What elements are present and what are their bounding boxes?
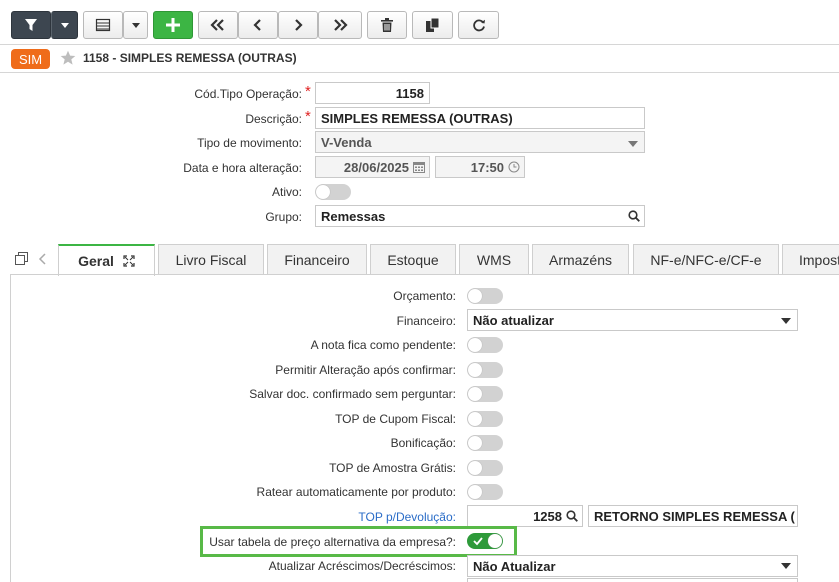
chevron-down-icon (781, 318, 791, 324)
top-amostra-label: TOP de Amostra Grátis: (329, 461, 456, 475)
grupo-input[interactable]: Remessas (315, 205, 645, 227)
nota-pendente-toggle[interactable] (467, 337, 503, 353)
data-value: 28/06/2025 (343, 159, 409, 175)
last-record-button[interactable] (318, 11, 362, 39)
chevron-right-icon (295, 19, 303, 31)
cod-tipo-input[interactable]: 1158 (315, 82, 430, 104)
tab-wms[interactable]: WMS (459, 244, 529, 275)
tab-nfe[interactable]: NF-e/NFC-e/CF-e (633, 244, 779, 275)
salvar-doc-toggle[interactable] (467, 386, 503, 402)
top-devolucao-link[interactable]: TOP p/Devolução: (358, 510, 456, 524)
first-record-button[interactable] (198, 11, 238, 39)
refresh-button[interactable] (458, 11, 499, 39)
tabs-divider (10, 274, 839, 275)
chevron-down-icon (781, 563, 791, 569)
tab-financeiro[interactable]: Financeiro (267, 244, 367, 275)
clock-icon[interactable] (508, 161, 520, 173)
top-cupom-toggle[interactable] (467, 411, 503, 427)
descricao-input[interactable]: SIMPLES REMESSA (OUTRAS) (315, 107, 645, 129)
ratear-toggle[interactable] (467, 484, 503, 500)
search-icon[interactable] (566, 510, 578, 522)
permitir-alteracao-toggle[interactable] (467, 362, 503, 378)
grupo-value: Remessas (321, 208, 386, 224)
toolbar (0, 0, 839, 44)
tab-estoque[interactable]: Estoque (370, 244, 456, 275)
tab-label: Geral (78, 253, 114, 269)
tab-impostos[interactable]: Impost (782, 244, 839, 275)
page-title: 1158 - SIMPLES REMESSA (OUTRAS) (83, 51, 297, 65)
previous-record-button[interactable] (238, 11, 278, 39)
top-amostra-toggle[interactable] (467, 460, 503, 476)
filter-icon (25, 19, 37, 31)
tab-scroll-left-icon[interactable] (38, 252, 48, 266)
required-marker: * (305, 108, 311, 125)
financeiro-select[interactable]: Não atualizar (467, 309, 798, 331)
status-badge: SIM (11, 49, 50, 69)
ativo-label: Ativo: (271, 185, 302, 199)
panel-border (10, 274, 11, 582)
check-icon (473, 537, 483, 546)
double-chevron-left-icon (210, 19, 224, 31)
chevron-down-icon (131, 22, 140, 28)
tipo-movimento-value: V-Venda (321, 134, 372, 150)
ratear-label: Ratear automaticamente por produto: (256, 485, 456, 499)
tipo-movimento-select[interactable]: V-Venda (315, 131, 645, 153)
salvar-doc-label: Salvar doc. confirmado sem perguntar: (249, 387, 456, 401)
tipo-movimento-label: Tipo de movimento: (197, 136, 302, 150)
next-field-edge (467, 578, 798, 582)
orcamento-label: Orçamento: (393, 289, 456, 303)
filter-button[interactable] (11, 11, 51, 39)
chevron-down-icon (60, 22, 69, 28)
add-icon (166, 18, 180, 32)
descricao-label: Descrição: (245, 112, 302, 126)
nota-pendente-label: A nota fica como pendente: (310, 338, 456, 352)
restore-windows-icon[interactable] (15, 252, 29, 266)
data-hora-label: Data e hora alteração: (183, 161, 302, 175)
financeiro-value: Não atualizar (473, 312, 554, 328)
tab-armazens[interactable]: Armazéns (532, 244, 629, 275)
top-devolucao-code: 1258 (533, 508, 562, 524)
hora-value: 17:50 (470, 159, 504, 175)
chevron-left-icon (253, 19, 261, 31)
star-icon[interactable] (60, 50, 76, 66)
permitir-alteracao-label: Permitir Alteração após confirmar: (275, 363, 456, 377)
usar-tabela-label: Usar tabela de preço alternativa da empr… (209, 535, 456, 549)
delete-button[interactable] (367, 11, 407, 39)
atualizar-acrescimos-value: Não Atualizar (473, 558, 556, 574)
grid-view-button[interactable] (83, 11, 123, 39)
tab-geral[interactable]: Geral (58, 244, 155, 276)
expand-icon[interactable] (123, 255, 135, 267)
ativo-toggle[interactable] (315, 184, 351, 200)
top-cupom-label: TOP de Cupom Fiscal: (335, 412, 456, 426)
filter-dropdown-button[interactable] (51, 11, 78, 39)
table-view-icon (95, 18, 111, 32)
refresh-icon (472, 19, 485, 32)
top-devolucao-desc-input[interactable]: RETORNO SIMPLES REMESSA ( (588, 505, 798, 527)
duplicate-button[interactable] (412, 11, 453, 39)
header-divider (0, 72, 839, 73)
bonificacao-label: Bonificação: (390, 436, 456, 450)
next-record-button[interactable] (278, 11, 318, 39)
copy-icon (425, 18, 439, 32)
trash-icon (381, 18, 393, 32)
tab-livro-fiscal[interactable]: Livro Fiscal (158, 244, 264, 275)
view-dropdown-button[interactable] (123, 11, 148, 39)
orcamento-toggle[interactable] (467, 288, 503, 304)
add-button[interactable] (153, 11, 193, 39)
atualizar-acrescimos-select[interactable]: Não Atualizar (467, 555, 798, 577)
chevron-down-icon (628, 141, 638, 147)
required-marker: * (305, 83, 311, 100)
bonificacao-toggle[interactable] (467, 435, 503, 451)
top-devolucao-desc: RETORNO SIMPLES REMESSA ( (594, 508, 795, 524)
calendar-icon[interactable] (413, 161, 425, 173)
financeiro-label: Financeiro: (396, 314, 456, 328)
grupo-label: Grupo: (265, 210, 302, 224)
toolbar-divider (0, 44, 839, 45)
search-icon[interactable] (628, 210, 640, 222)
atualizar-acrescimos-label: Atualizar Acréscimos/Decréscimos: (268, 559, 456, 573)
double-chevron-right-icon (334, 19, 348, 31)
cod-tipo-label: Cód.Tipo Operação: (194, 87, 302, 101)
